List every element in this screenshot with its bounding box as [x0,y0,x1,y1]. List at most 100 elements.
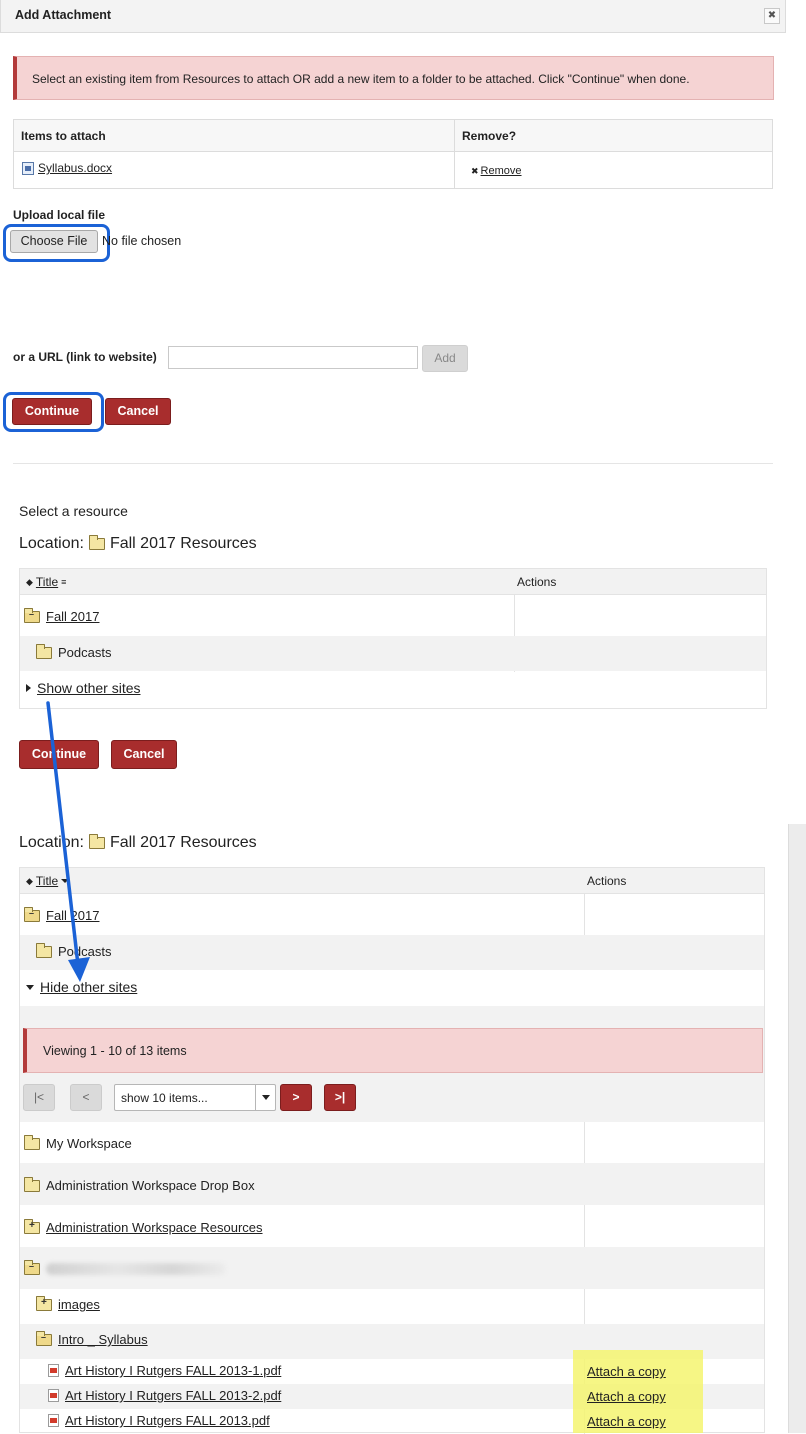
folder-link[interactable]: images [58,1297,100,1312]
hide-other-sites-toggle[interactable]: Hide other sites [26,979,137,995]
folder-link[interactable]: Intro _ Syllabus [58,1332,148,1347]
remove-link[interactable]: Remove [481,165,522,177]
cancel-button[interactable]: Cancel [111,740,177,769]
list-item[interactable]: Intro _ Syllabus [36,1330,148,1347]
folder-icon [88,834,105,849]
list-row-bg [20,935,764,970]
close-icon[interactable]: ✖ [764,8,780,24]
expand-icon [26,684,31,692]
resource-table-expanded: ◆ Title Actions Fall 2017 Podcasts Hide … [19,867,765,1434]
folder-icon [36,942,52,958]
collapse-icon [26,984,34,990]
url-label: or a URL (link to website) [13,350,157,364]
list-item[interactable]: Podcasts [36,942,111,959]
attachments-table: Items to attach Remove? Syllabus.docx ✖ … [13,119,773,189]
resource-table-header [20,868,764,894]
items-to-attach-header: Items to attach [21,129,106,143]
location-prefix: Location: [19,834,84,851]
attach-copy-link[interactable]: Attach a copy [587,1414,666,1429]
remove-x-icon: ✖ [471,165,479,176]
prev-page-button[interactable]: < [70,1084,102,1111]
pdf-icon [48,1364,59,1377]
viewing-count: Viewing 1 - 10 of 13 items [23,1028,763,1073]
list-item[interactable]: Fall 2017 [24,906,99,923]
remove-header: Remove? [462,129,517,143]
resource-table-header [20,569,766,595]
redacted-site-name [46,1263,226,1275]
folder-link[interactable]: Fall 2017 [46,908,99,923]
location-name: Fall 2017 Resources [109,834,257,851]
attachment-file-link[interactable]: Syllabus.docx [38,161,112,175]
attach-copy-link[interactable]: Attach a copy [587,1389,666,1404]
folder-icon [88,535,105,550]
remove-attachment[interactable]: ✖ Remove [471,165,522,177]
attachments-table-header [14,120,772,152]
open-folder-icon [24,906,40,922]
title-sort-header[interactable]: ◆ Title [26,874,70,888]
hide-other-sites-link[interactable]: Hide other sites [40,979,137,995]
list-item[interactable]: images [36,1295,100,1312]
first-page-button[interactable]: |< [23,1084,55,1111]
site-label: Administration Workspace Drop Box [46,1178,255,1193]
add-url-button[interactable]: Add [422,345,468,372]
table-row[interactable]: Art History I Rutgers FALL 2013-2.pdf [48,1388,281,1403]
expand-folder-icon [36,1295,52,1311]
list-item[interactable]: Fall 2017 [24,607,99,624]
column-divider [454,120,455,188]
dialog-title: Add Attachment [15,8,112,22]
list-item[interactable]: Administration Workspace Drop Box [24,1176,255,1193]
show-other-sites-link[interactable]: Show other sites [37,680,141,696]
sort-icon: ◆ [26,576,33,587]
location-breadcrumb: Location: Fall 2017 Resources [19,834,257,852]
open-folder-icon [24,607,40,623]
folder-label: Podcasts [58,645,112,660]
site-label: My Workspace [46,1136,132,1151]
location-name: Fall 2017 Resources [109,535,257,552]
file-status: No file chosen [102,234,182,248]
choose-file-button[interactable]: Choose File [10,230,98,253]
list-item[interactable]: Podcasts [36,643,112,660]
open-folder-icon [36,1330,52,1346]
title-sort-link[interactable]: Title [36,575,58,589]
pdf-icon [48,1389,59,1402]
list-item[interactable]: Administration Workspace Resources [24,1218,263,1235]
upload-label: Upload local file [13,208,106,222]
table-row[interactable]: Art History I Rutgers FALL 2013-1.pdf [48,1363,281,1378]
cancel-button[interactable]: Cancel [105,398,171,425]
expand-folder-icon [24,1218,40,1234]
file-link[interactable]: Art History I Rutgers FALL 2013-1.pdf [65,1363,281,1378]
show-other-sites-toggle[interactable]: Show other sites [26,680,141,696]
attachment-row: Syllabus.docx [22,161,112,175]
pdf-icon [48,1414,59,1427]
file-link[interactable]: Art History I Rutgers FALL 2013.pdf [65,1413,270,1428]
list-item[interactable]: My Workspace [24,1134,132,1151]
table-row[interactable]: Art History I Rutgers FALL 2013.pdf [48,1413,270,1428]
site-link[interactable]: Administration Workspace Resources [46,1220,263,1235]
title-sort-header[interactable]: ◆ Title ≡ [26,575,66,589]
title-sort-link[interactable]: Title [36,874,58,888]
folder-icon [24,1134,40,1150]
instructions-alert: Select an existing item from Resources t… [13,56,774,100]
folder-icon [36,643,52,659]
url-input[interactable] [168,346,418,369]
continue-button[interactable]: Continue [12,398,92,425]
page-size-value: show 10 items... [121,1091,208,1105]
scrollbar[interactable] [788,824,806,1433]
file-link[interactable]: Art History I Rutgers FALL 2013-2.pdf [65,1388,281,1403]
list-item[interactable] [24,1260,226,1275]
chevron-down-icon [255,1085,275,1110]
list-row-bg [20,636,766,671]
last-page-button[interactable]: >| [324,1084,356,1111]
continue-button[interactable]: Continue [19,740,99,769]
word-document-icon [22,161,34,175]
open-folder-icon [24,1260,40,1275]
folder-link[interactable]: Fall 2017 [46,609,99,624]
page-size-select[interactable]: show 10 items... [114,1084,276,1111]
resource-table: ◆ Title ≡ Actions Fall 2017 Podcasts Sho… [19,568,767,709]
next-page-button[interactable]: > [280,1084,312,1111]
attach-copy-link[interactable]: Attach a copy [587,1364,666,1379]
sort-icon: ◆ [26,875,33,886]
location-breadcrumb: Location: Fall 2017 Resources [19,535,257,553]
sort-desc-icon [61,879,70,883]
sort-desc-icon: ≡ [61,577,67,587]
